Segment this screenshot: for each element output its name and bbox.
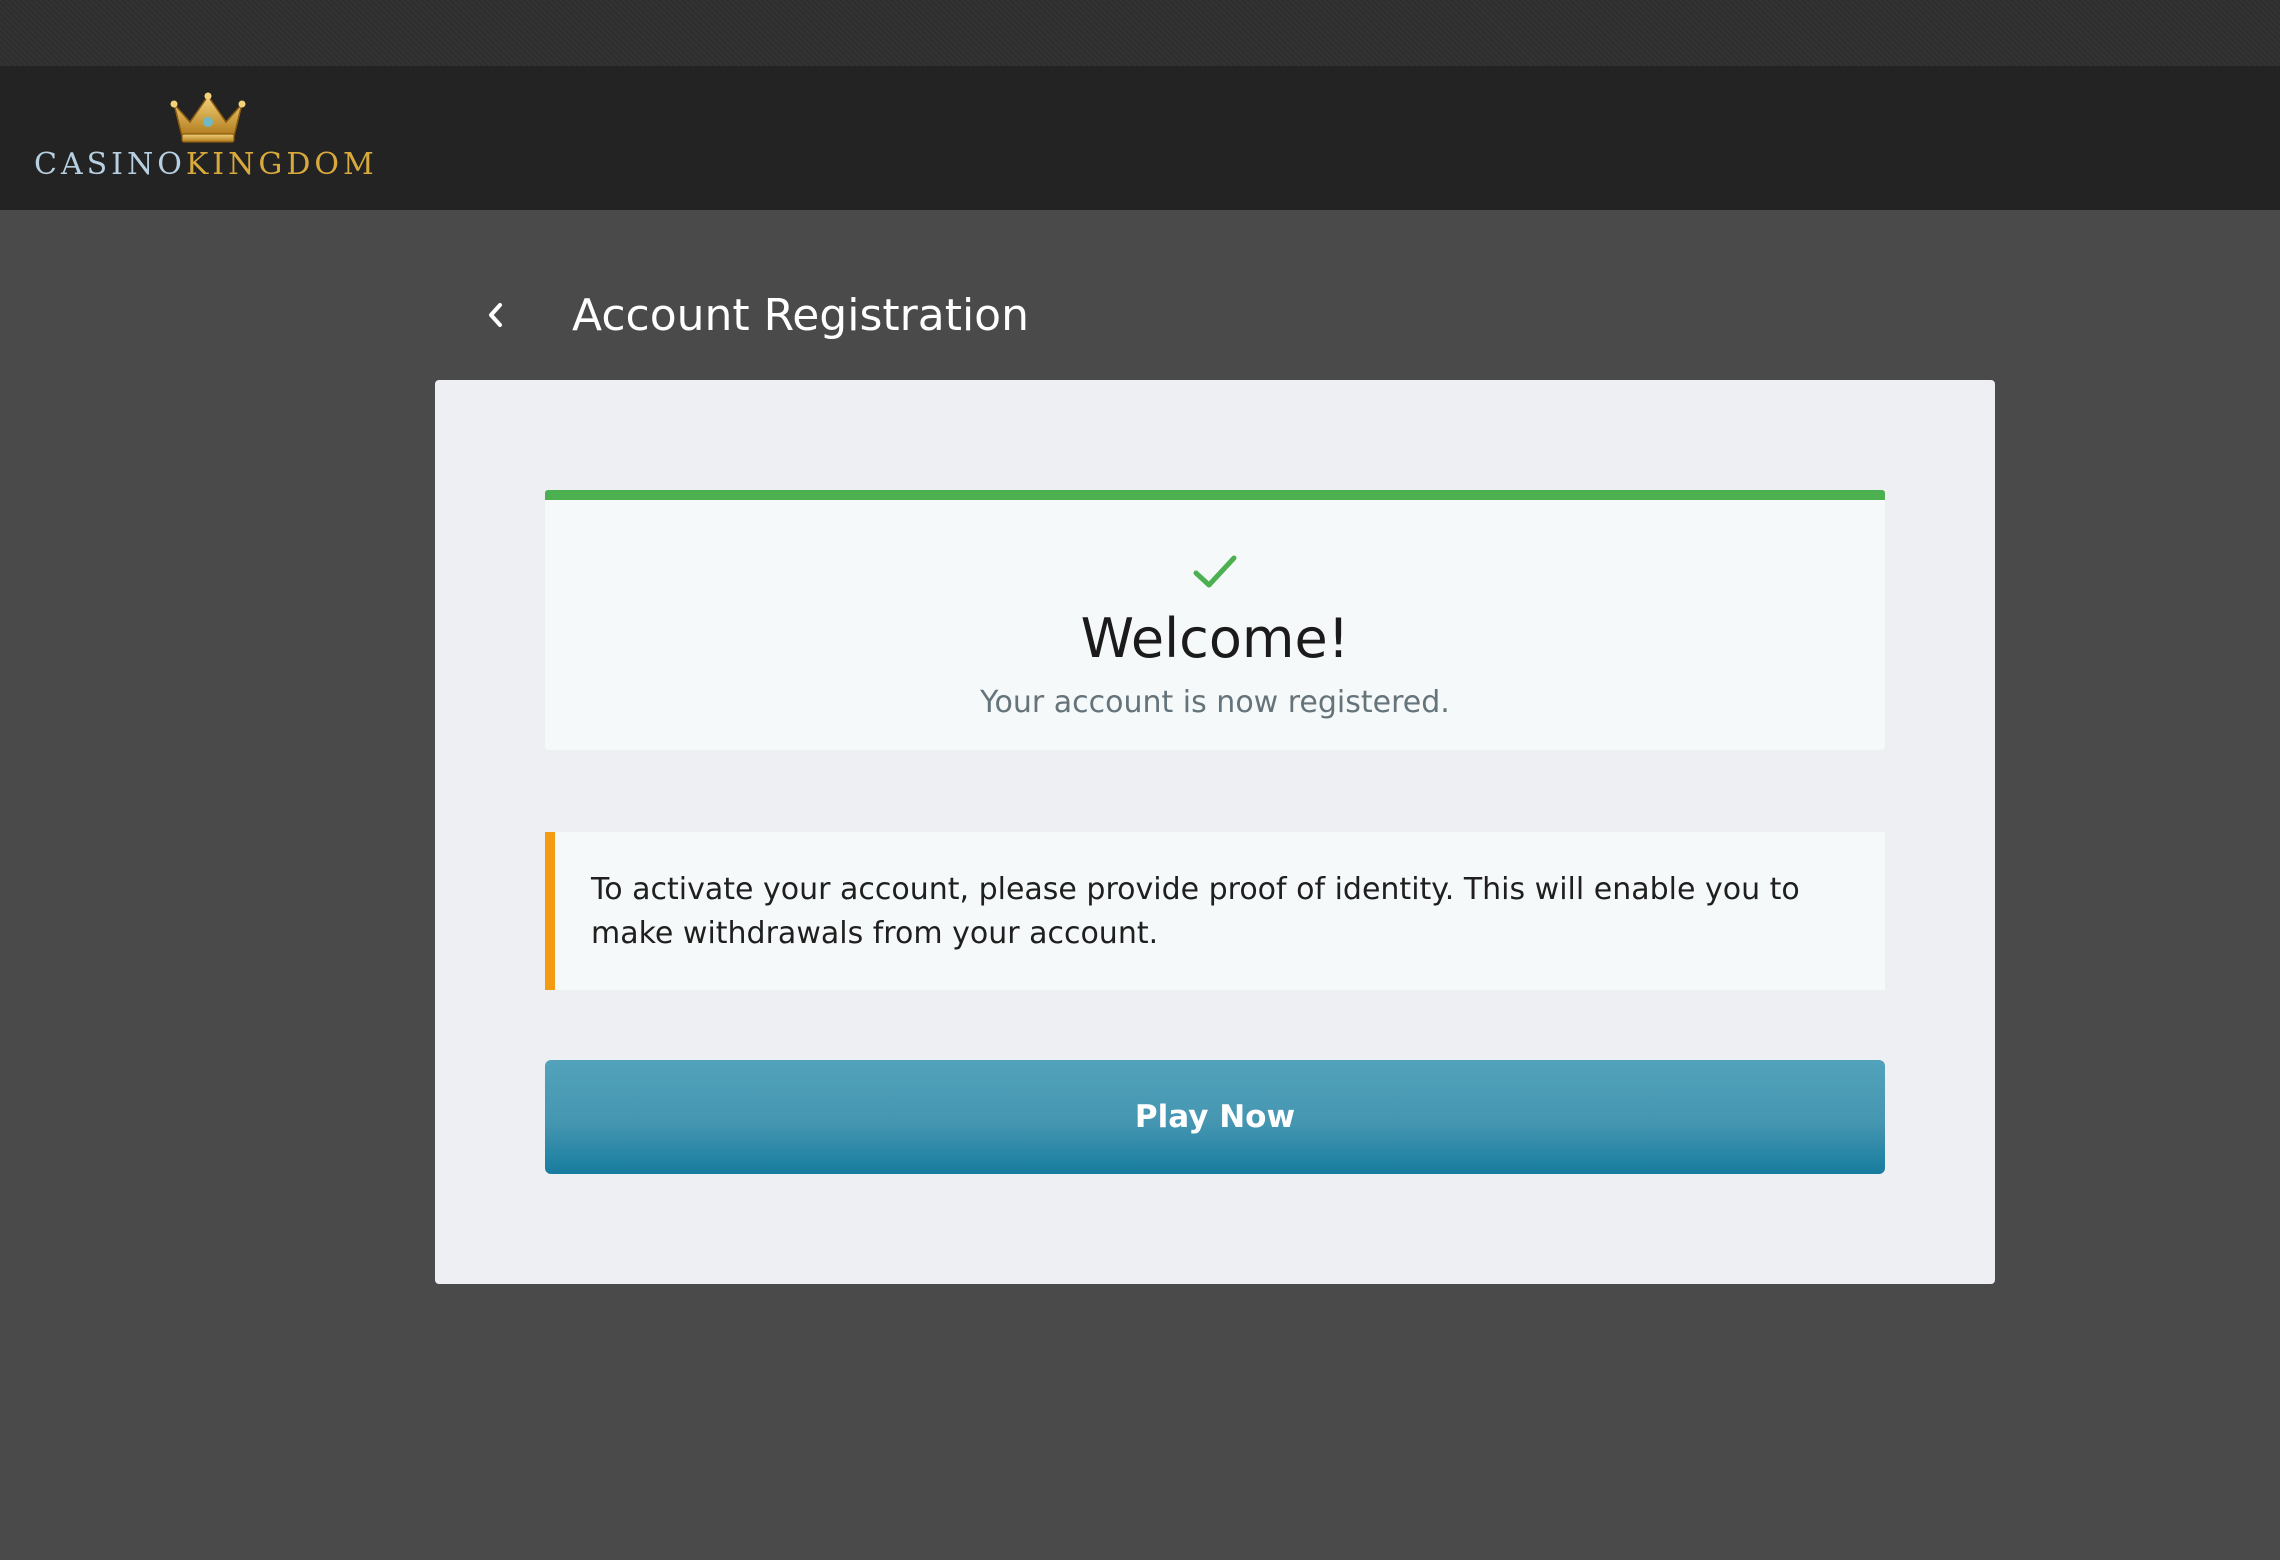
welcome-message: Your account is now registered. [980, 685, 1450, 720]
casino-kingdom-logo[interactable]: CASINOKINGDOM [34, 92, 384, 192]
crown-icon [170, 92, 246, 143]
success-panel: Welcome! Your account is now registered. [545, 490, 1885, 750]
identity-notice: To activate your account, please provide… [545, 832, 1885, 990]
logo-word-casino: CASINO [34, 147, 186, 182]
play-now-button[interactable]: Play Now [545, 1060, 1885, 1174]
page-title: Account Registration [572, 289, 1029, 341]
back-button[interactable] [476, 295, 516, 335]
browser-top-strip [0, 0, 2280, 66]
logo-word-kingdom: KINGDOM [185, 147, 378, 182]
site-header: CASINOKINGDOM [0, 66, 2280, 210]
welcome-title: Welcome! [1080, 607, 1350, 670]
chevron-left-icon [489, 303, 502, 327]
logo-wordmark: CASINOKINGDOM [34, 147, 384, 182]
page-heading: Account Registration [476, 280, 1029, 350]
check-icon [1193, 555, 1237, 588]
registration-card: Welcome! Your account is now registered.… [435, 380, 1995, 1284]
